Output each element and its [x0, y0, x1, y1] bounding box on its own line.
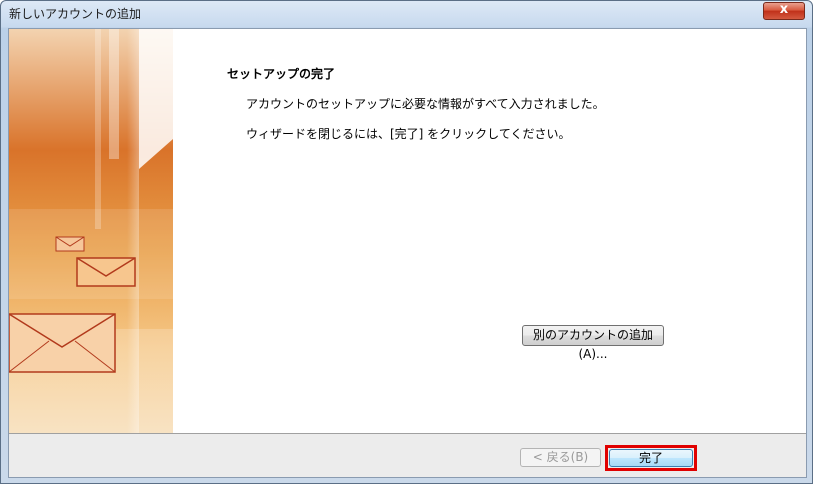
wizard-side-artwork: [9, 29, 173, 433]
add-another-account-button[interactable]: 別のアカウントの追加(A)...: [522, 325, 664, 361]
instruction-message: ウィザードを閉じるには、[完了] をクリックしてください。: [246, 127, 571, 141]
dialog-window: 新しいアカウントの追加 x セットアップの完了 アカウントのセットアップに必要な…: [0, 0, 813, 484]
dialog-client-area: セットアップの完了 アカウントのセットアップに必要な情報がすべて入力されました。…: [8, 28, 807, 478]
wizard-content-pane: セットアップの完了 アカウントのセットアップに必要な情報がすべて入力されました。…: [9, 29, 806, 434]
finish-button[interactable]: 完了: [609, 449, 693, 467]
envelope-icon: [76, 257, 136, 287]
close-icon: x: [779, 2, 789, 17]
window-title: 新しいアカウントの追加: [9, 7, 142, 21]
completion-message: アカウントのセットアップに必要な情報がすべて入力されました。: [246, 97, 605, 111]
envelope-icon: [9, 313, 116, 373]
envelope-icon: [55, 236, 85, 252]
page-heading: セットアップの完了: [227, 67, 336, 81]
close-button[interactable]: x: [763, 2, 805, 20]
back-button[interactable]: < 戻る(B): [520, 448, 601, 467]
title-bar[interactable]: 新しいアカウントの追加 x: [1, 1, 812, 27]
